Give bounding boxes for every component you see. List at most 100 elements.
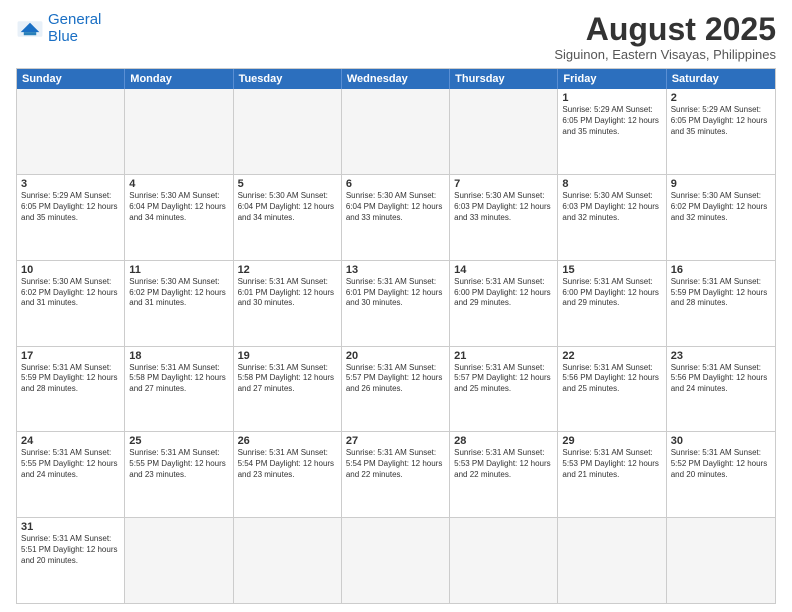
day-cell-10: 10Sunrise: 5:30 AM Sunset: 6:02 PM Dayli… — [17, 261, 125, 346]
day-info: Sunrise: 5:31 AM Sunset: 5:55 PM Dayligh… — [21, 448, 120, 480]
header-day-monday: Monday — [125, 69, 233, 89]
day-cell-21: 21Sunrise: 5:31 AM Sunset: 5:57 PM Dayli… — [450, 347, 558, 432]
day-info: Sunrise: 5:31 AM Sunset: 5:56 PM Dayligh… — [671, 363, 771, 395]
day-number: 2 — [671, 92, 771, 104]
day-info: Sunrise: 5:31 AM Sunset: 5:56 PM Dayligh… — [562, 363, 661, 395]
header-day-sunday: Sunday — [17, 69, 125, 89]
day-cell-22: 22Sunrise: 5:31 AM Sunset: 5:56 PM Dayli… — [558, 347, 666, 432]
day-info: Sunrise: 5:30 AM Sunset: 6:03 PM Dayligh… — [454, 191, 553, 223]
day-info: Sunrise: 5:30 AM Sunset: 6:04 PM Dayligh… — [238, 191, 337, 223]
day-info: Sunrise: 5:31 AM Sunset: 5:57 PM Dayligh… — [346, 363, 445, 395]
day-info: Sunrise: 5:31 AM Sunset: 5:54 PM Dayligh… — [346, 448, 445, 480]
header-day-thursday: Thursday — [450, 69, 558, 89]
day-cell-4: 4Sunrise: 5:30 AM Sunset: 6:04 PM Daylig… — [125, 175, 233, 260]
day-cell-20: 20Sunrise: 5:31 AM Sunset: 5:57 PM Dayli… — [342, 347, 450, 432]
day-info: Sunrise: 5:30 AM Sunset: 6:02 PM Dayligh… — [671, 191, 771, 223]
calendar-row-1: 1Sunrise: 5:29 AM Sunset: 6:05 PM Daylig… — [17, 89, 775, 174]
day-info: Sunrise: 5:31 AM Sunset: 6:00 PM Dayligh… — [454, 277, 553, 309]
day-info: Sunrise: 5:29 AM Sunset: 6:05 PM Dayligh… — [562, 105, 661, 137]
day-info: Sunrise: 5:31 AM Sunset: 5:59 PM Dayligh… — [21, 363, 120, 395]
day-info: Sunrise: 5:29 AM Sunset: 6:05 PM Dayligh… — [21, 191, 120, 223]
day-number: 23 — [671, 350, 771, 362]
header-day-wednesday: Wednesday — [342, 69, 450, 89]
day-cell-25: 25Sunrise: 5:31 AM Sunset: 5:55 PM Dayli… — [125, 432, 233, 517]
day-cell-3: 3Sunrise: 5:29 AM Sunset: 6:05 PM Daylig… — [17, 175, 125, 260]
day-info: Sunrise: 5:31 AM Sunset: 5:57 PM Dayligh… — [454, 363, 553, 395]
day-info: Sunrise: 5:30 AM Sunset: 6:02 PM Dayligh… — [129, 277, 228, 309]
title-block: August 2025 Siguinon, Eastern Visayas, P… — [554, 12, 776, 62]
day-number: 18 — [129, 350, 228, 362]
calendar-row-2: 3Sunrise: 5:29 AM Sunset: 6:05 PM Daylig… — [17, 174, 775, 260]
day-cell-empty — [17, 89, 125, 174]
day-cell-18: 18Sunrise: 5:31 AM Sunset: 5:58 PM Dayli… — [125, 347, 233, 432]
generalblue-logo-icon — [16, 15, 44, 43]
calendar-row-3: 10Sunrise: 5:30 AM Sunset: 6:02 PM Dayli… — [17, 260, 775, 346]
day-cell-27: 27Sunrise: 5:31 AM Sunset: 5:54 PM Dayli… — [342, 432, 450, 517]
day-number: 12 — [238, 264, 337, 276]
day-number: 30 — [671, 435, 771, 447]
day-number: 25 — [129, 435, 228, 447]
day-cell-24: 24Sunrise: 5:31 AM Sunset: 5:55 PM Dayli… — [17, 432, 125, 517]
calendar-row-4: 17Sunrise: 5:31 AM Sunset: 5:59 PM Dayli… — [17, 346, 775, 432]
calendar-row-6: 31Sunrise: 5:31 AM Sunset: 5:51 PM Dayli… — [17, 517, 775, 603]
day-cell-29: 29Sunrise: 5:31 AM Sunset: 5:53 PM Dayli… — [558, 432, 666, 517]
day-cell-2: 2Sunrise: 5:29 AM Sunset: 6:05 PM Daylig… — [667, 89, 775, 174]
day-cell-12: 12Sunrise: 5:31 AM Sunset: 6:01 PM Dayli… — [234, 261, 342, 346]
day-info: Sunrise: 5:31 AM Sunset: 6:00 PM Dayligh… — [562, 277, 661, 309]
day-info: Sunrise: 5:31 AM Sunset: 5:52 PM Dayligh… — [671, 448, 771, 480]
day-number: 9 — [671, 178, 771, 190]
day-number: 19 — [238, 350, 337, 362]
day-number: 28 — [454, 435, 553, 447]
day-info: Sunrise: 5:30 AM Sunset: 6:04 PM Dayligh… — [346, 191, 445, 223]
header-day-tuesday: Tuesday — [234, 69, 342, 89]
day-number: 31 — [21, 521, 120, 533]
day-number: 3 — [21, 178, 120, 190]
day-info: Sunrise: 5:31 AM Sunset: 5:59 PM Dayligh… — [671, 277, 771, 309]
logo-text: General Blue — [48, 12, 101, 45]
day-number: 10 — [21, 264, 120, 276]
day-info: Sunrise: 5:31 AM Sunset: 6:01 PM Dayligh… — [238, 277, 337, 309]
day-number: 6 — [346, 178, 445, 190]
day-cell-6: 6Sunrise: 5:30 AM Sunset: 6:04 PM Daylig… — [342, 175, 450, 260]
day-number: 11 — [129, 264, 228, 276]
day-info: Sunrise: 5:30 AM Sunset: 6:02 PM Dayligh… — [21, 277, 120, 309]
logo-line1: General — [48, 12, 101, 29]
day-number: 13 — [346, 264, 445, 276]
day-cell-17: 17Sunrise: 5:31 AM Sunset: 5:59 PM Dayli… — [17, 347, 125, 432]
day-number: 17 — [21, 350, 120, 362]
day-cell-1: 1Sunrise: 5:29 AM Sunset: 6:05 PM Daylig… — [558, 89, 666, 174]
day-number: 29 — [562, 435, 661, 447]
day-number: 22 — [562, 350, 661, 362]
day-cell-28: 28Sunrise: 5:31 AM Sunset: 5:53 PM Dayli… — [450, 432, 558, 517]
day-info: Sunrise: 5:31 AM Sunset: 5:54 PM Dayligh… — [238, 448, 337, 480]
calendar-row-5: 24Sunrise: 5:31 AM Sunset: 5:55 PM Dayli… — [17, 431, 775, 517]
day-cell-empty — [450, 89, 558, 174]
day-cell-empty — [342, 89, 450, 174]
header: General Blue August 2025 Siguinon, Easte… — [16, 12, 776, 62]
day-info: Sunrise: 5:31 AM Sunset: 5:53 PM Dayligh… — [562, 448, 661, 480]
day-info: Sunrise: 5:31 AM Sunset: 5:55 PM Dayligh… — [129, 448, 228, 480]
day-cell-7: 7Sunrise: 5:30 AM Sunset: 6:03 PM Daylig… — [450, 175, 558, 260]
header-day-friday: Friday — [558, 69, 666, 89]
day-info: Sunrise: 5:30 AM Sunset: 6:03 PM Dayligh… — [562, 191, 661, 223]
day-cell-16: 16Sunrise: 5:31 AM Sunset: 5:59 PM Dayli… — [667, 261, 775, 346]
day-cell-31: 31Sunrise: 5:31 AM Sunset: 5:51 PM Dayli… — [17, 518, 125, 603]
day-info: Sunrise: 5:31 AM Sunset: 5:51 PM Dayligh… — [21, 534, 120, 566]
page: General Blue August 2025 Siguinon, Easte… — [0, 0, 792, 612]
day-cell-9: 9Sunrise: 5:30 AM Sunset: 6:02 PM Daylig… — [667, 175, 775, 260]
day-number: 26 — [238, 435, 337, 447]
day-info: Sunrise: 5:31 AM Sunset: 5:53 PM Dayligh… — [454, 448, 553, 480]
day-number: 4 — [129, 178, 228, 190]
day-number: 27 — [346, 435, 445, 447]
day-cell-30: 30Sunrise: 5:31 AM Sunset: 5:52 PM Dayli… — [667, 432, 775, 517]
location-subtitle: Siguinon, Eastern Visayas, Philippines — [554, 47, 776, 62]
day-cell-empty — [558, 518, 666, 603]
day-info: Sunrise: 5:30 AM Sunset: 6:04 PM Dayligh… — [129, 191, 228, 223]
day-cell-23: 23Sunrise: 5:31 AM Sunset: 5:56 PM Dayli… — [667, 347, 775, 432]
day-number: 7 — [454, 178, 553, 190]
month-title: August 2025 — [554, 12, 776, 47]
day-cell-19: 19Sunrise: 5:31 AM Sunset: 5:58 PM Dayli… — [234, 347, 342, 432]
day-cell-14: 14Sunrise: 5:31 AM Sunset: 6:00 PM Dayli… — [450, 261, 558, 346]
day-number: 15 — [562, 264, 661, 276]
day-cell-empty — [234, 89, 342, 174]
